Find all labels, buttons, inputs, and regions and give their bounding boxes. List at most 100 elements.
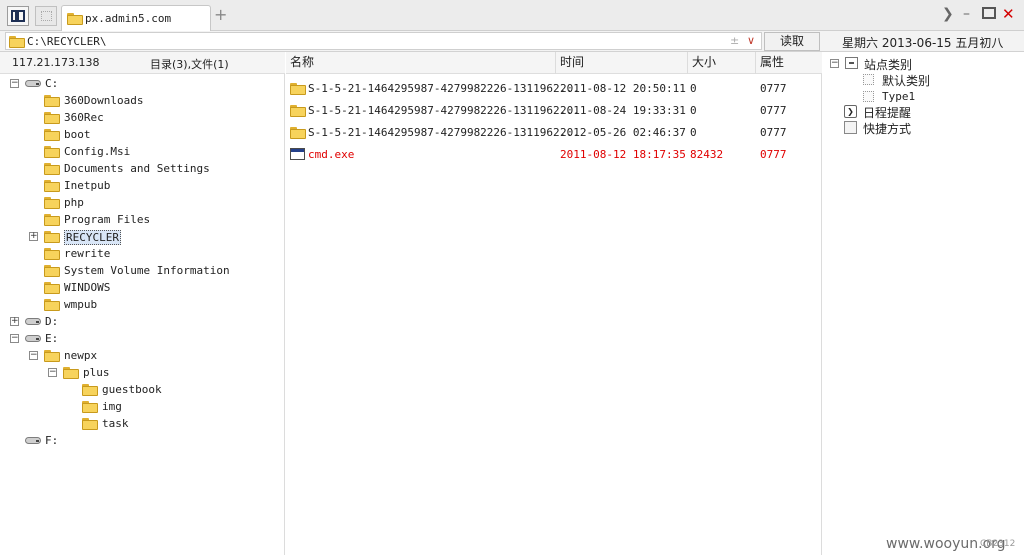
tree-item-label: img [102,400,122,413]
expand-icon[interactable]: + [10,317,19,326]
tree-item-default-category[interactable]: 默认类别 [863,72,1013,88]
chevron-down-icon[interactable]: ∨ [747,34,755,47]
file-time: 2011-08-12 20:50:11 [560,82,686,95]
drive-icon [25,435,41,445]
tree-folder[interactable]: Documents and Settings [0,161,284,177]
tree-folder[interactable]: Program Files [0,212,284,228]
column-time[interactable]: 时间 [556,52,688,74]
tree-item-label: php [64,196,84,209]
tab-active[interactable]: px.admin5.com [61,5,211,31]
file-row[interactable]: cmd.exe 2011-08-12 18:17:35 82432 0777 [286,144,822,164]
column-name[interactable]: 名称 [286,52,556,74]
blank-tab-button[interactable] [35,6,57,26]
file-name: S-1-5-21-1464295987-4279982226-1311962..… [308,126,580,139]
tree-item-label: D: [45,315,59,328]
tree-folder[interactable]: php [0,195,284,211]
address-bar: C:\RECYCLER\ ± ∨ 读取 星期六 2013-06-15 五月初八 [0,31,1024,52]
folder-icon [44,112,60,124]
tree-folder[interactable]: boot [0,127,284,143]
tree-folder[interactable]: WINDOWS [0,280,284,296]
drive-icon [25,78,41,88]
tree-item-label: 360Rec [64,111,104,124]
folder-icon [44,146,60,158]
collapse-icon[interactable]: − [29,351,38,360]
tree-drive[interactable]: F: [0,433,284,449]
tree-folder[interactable]: Config.Msi [0,144,284,160]
read-button[interactable]: 读取 [764,32,820,51]
tree-drive[interactable]: − E: [0,331,284,347]
tree-item-label: Program Files [64,213,151,226]
schedule-label: 日程提醒 [863,106,912,120]
file-name: S-1-5-21-1464295987-4279982226-1311962..… [308,104,580,117]
collapse-icon[interactable]: − [48,368,57,377]
close-icon[interactable]: ✕ [1002,6,1015,22]
file-size: 0 [690,126,697,139]
file-time: 2011-08-12 18:17:35 [560,148,686,161]
clear-icon[interactable]: ± [730,34,739,47]
minimize-icon[interactable]: – [963,6,970,22]
tree-drive[interactable]: + D: [0,314,284,330]
folder-icon [63,367,79,379]
file-row[interactable]: S-1-5-21-1464295987-4279982226-1311962..… [286,122,822,142]
folder-icon [82,384,98,396]
tree-item-label: Config.Msi [64,145,131,158]
tree-drive[interactable]: − C: [0,76,284,92]
column-attr[interactable]: 属性 [756,52,822,74]
file-size: 82432 [690,148,724,161]
collapse-icon[interactable]: − [10,334,19,343]
tab-bar: px.admin5.com + ❯ – ✕ [0,0,1024,31]
tree-item-type1[interactable]: Type1 [863,89,1013,105]
add-tab-button[interactable]: + [214,7,227,23]
tree-folder[interactable]: Inetpub [0,178,284,194]
file-attr: 0777 [760,126,787,139]
file-list-header: 名称 时间 大小 属性 [286,52,822,74]
tree-folder[interactable]: wmpub [0,297,284,313]
tree-folder[interactable]: img [0,399,284,415]
folder-icon [44,163,60,175]
tree-item-shortcuts[interactable]: 快捷方式 [844,120,1014,136]
panel-toggle-button[interactable] [7,6,29,26]
folder-icon [44,197,60,209]
tree-folder[interactable]: guestbook [0,382,284,398]
folder-icon [44,180,60,192]
file-attr: 0777 [760,148,787,161]
tree-folder[interactable]: − plus [0,365,284,381]
file-row[interactable]: S-1-5-21-1464295987-4279982226-1311962..… [286,78,822,98]
blank-tab-icon [41,11,52,21]
tree-item-label: F: [45,434,59,447]
expand-icon[interactable]: + [29,232,38,241]
tree-item-label: Inetpub [64,179,111,192]
file-list-pane: 名称 时间 大小 属性 S-1-5-21-1464295987-42799822… [286,52,822,555]
chevron-right-icon[interactable]: ❯ [942,6,954,22]
collapse-icon[interactable]: − [10,79,19,88]
file-time: 2012-05-26 02:46:37 [560,126,686,139]
tree-folder[interactable]: − newpx [0,348,284,364]
tree-item-label: wmpub [64,298,98,311]
tree-folder[interactable]: 360Downloads [0,93,284,109]
folder-icon [290,127,306,139]
path-input[interactable]: C:\RECYCLER\ ± ∨ [5,32,762,50]
column-size[interactable]: 大小 [688,52,756,74]
type1-label: Type1 [882,90,916,103]
tree-folder[interactable]: 360Rec [0,110,284,126]
folder-icon [44,248,60,260]
tree-item-label: plus [83,366,110,379]
site-category-pane: − 站点类别 默认类别 Type1 ❯ 日程提醒 快捷方式 [823,52,1024,555]
file-attr: 0777 [760,82,787,95]
collapse-icon[interactable]: − [830,59,839,68]
panel-toggle-icon [11,10,25,22]
tree-item-site-category[interactable]: − 站点类别 [828,56,1018,72]
tree-item-label: WINDOWS [64,281,111,294]
tree-folder[interactable]: rewrite [0,246,284,262]
maximize-icon[interactable] [982,7,996,19]
encoding-label: CB2312 [980,539,1016,549]
tree-item-label: System Volume Information [64,264,230,277]
tree-folder[interactable]: task [0,416,284,432]
tree-item-label: C: [45,77,59,90]
file-row[interactable]: S-1-5-21-1464295987-4279982226-1311962..… [286,100,822,120]
tree-folder[interactable]: + RECYCLER [0,229,284,245]
shortcut-icon [844,121,857,134]
tree-item-schedule[interactable]: ❯ 日程提醒 [844,104,1014,120]
tree-folder[interactable]: System Volume Information [0,263,284,279]
file-size: 0 [690,104,697,117]
